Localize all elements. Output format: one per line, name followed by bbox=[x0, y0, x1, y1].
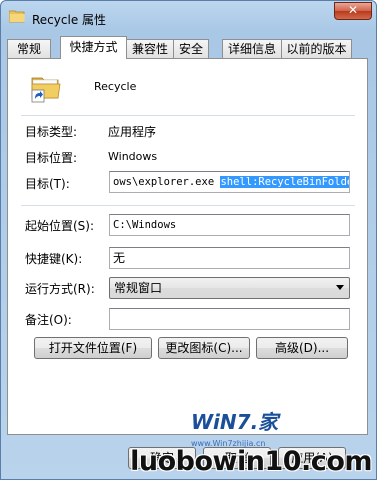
win7-watermark-logo: WiN7.家 www.Win7zhijia.cn bbox=[191, 410, 279, 448]
tab-security[interactable]: 安全 bbox=[173, 39, 209, 58]
properties-window: Recycle 属性 ✕ 常规 快捷方式 兼容性 安全 详细信息 以前的版本 R… bbox=[0, 0, 377, 480]
tab-details[interactable]: 详细信息 bbox=[222, 39, 282, 58]
separator bbox=[21, 205, 355, 206]
hotkey-input[interactable]: 无 bbox=[109, 247, 350, 269]
target-input[interactable]: ows\explorer.exe shell:RecycleBinFolder bbox=[109, 171, 350, 193]
comment-input[interactable] bbox=[109, 308, 350, 330]
tab-shortcut[interactable]: 快捷方式 bbox=[60, 36, 127, 59]
tab-compatibility[interactable]: 兼容性 bbox=[126, 39, 174, 58]
folder-icon bbox=[9, 10, 25, 23]
tab-strip: 常规 快捷方式 兼容性 安全 详细信息 以前的版本 bbox=[7, 36, 367, 59]
tab-general[interactable]: 常规 bbox=[7, 39, 51, 58]
shortcut-name: Recycle bbox=[94, 80, 137, 93]
folder-shortcut-icon bbox=[31, 77, 61, 103]
target-label: 目标(T): bbox=[25, 177, 70, 191]
tab-previous-versions[interactable]: 以前的版本 bbox=[281, 39, 352, 58]
advanced-button[interactable]: 高级(D)... bbox=[256, 337, 348, 359]
run-mode-value: 常规窗口 bbox=[114, 281, 163, 295]
start-in-input[interactable]: C:\Windows bbox=[109, 214, 350, 236]
comment-label: 备注(O): bbox=[25, 313, 72, 327]
target-selected-text: shell:RecycleBinFolder bbox=[220, 176, 349, 188]
run-mode-select[interactable]: 常规窗口 bbox=[109, 277, 350, 299]
close-button[interactable]: ✕ bbox=[334, 2, 372, 20]
target-type-label: 目标类型: bbox=[25, 125, 78, 139]
run-label: 运行方式(R): bbox=[25, 282, 95, 296]
start-in-label: 起始位置(S): bbox=[25, 219, 95, 233]
open-file-location-button[interactable]: 打开文件位置(F) bbox=[34, 337, 152, 359]
title-bar[interactable]: Recycle 属性 ✕ bbox=[1, 1, 377, 33]
target-location-label: 目标位置: bbox=[25, 151, 78, 165]
target-location-value: Windows bbox=[108, 150, 158, 163]
site-watermark: luobowin10.com bbox=[130, 446, 372, 477]
shortcut-tab-page: Recycle 目标类型: 应用程序 目标位置: Windows 目标(T): … bbox=[7, 58, 368, 435]
change-icon-button[interactable]: 更改图标(C)... bbox=[158, 337, 250, 359]
target-text: ows\explorer.exe bbox=[113, 176, 221, 188]
window-title: Recycle 属性 bbox=[32, 13, 107, 27]
target-type-value: 应用程序 bbox=[108, 125, 157, 139]
chevron-down-icon bbox=[336, 285, 344, 290]
hotkey-label: 快捷键(K): bbox=[25, 252, 83, 266]
separator bbox=[21, 115, 355, 116]
